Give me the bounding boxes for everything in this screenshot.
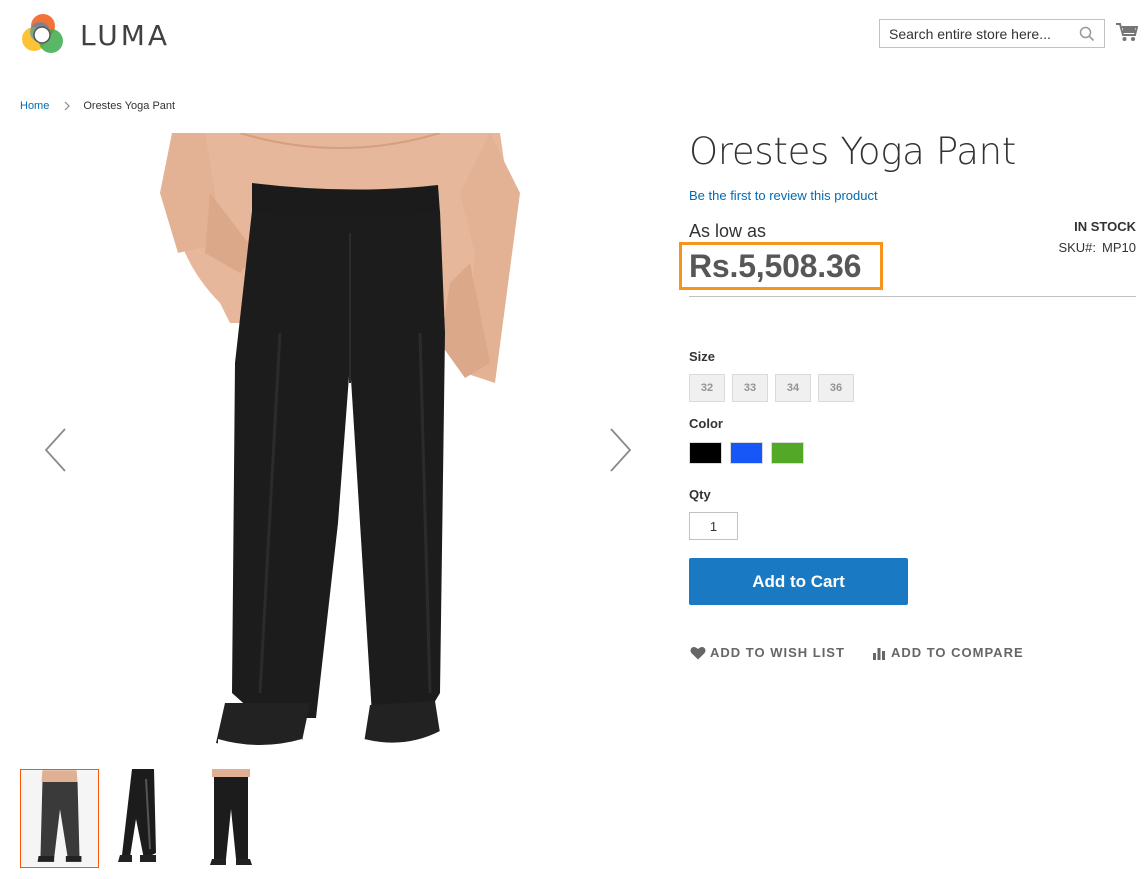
compare-chart-icon [872,647,885,660]
breadcrumb-home-link[interactable]: Home [20,100,49,112]
product-main-image [20,133,645,765]
logo-text: LUMA [80,18,171,52]
cart-icon[interactable] [1116,22,1138,42]
color-label: Color [689,416,723,431]
divider [689,296,1136,297]
qty-input[interactable] [689,512,738,540]
logo-icon [22,14,63,53]
breadcrumb: Home Orestes Yoga Pant [20,100,175,112]
size-swatch-32[interactable]: 32 [689,374,725,402]
product-price: Rs.5,508.36 [689,248,862,284]
gallery-next-arrow-icon[interactable] [607,427,633,473]
breadcrumb-current: Orestes Yoga Pant [83,100,176,112]
size-swatches: 32 33 34 36 [689,374,861,402]
search-input[interactable] [880,20,1070,47]
add-to-compare-label: ADD TO COMPARE [890,645,1024,660]
sku-value: MP10 [1102,240,1136,255]
search-box [879,19,1105,48]
gallery-thumbnail[interactable] [106,769,185,868]
product-title: Orestes Yoga Pant [689,130,1017,173]
logo[interactable]: LUMA [20,12,170,58]
gallery-thumbnail[interactable] [192,769,271,868]
chevron-right-icon [64,101,71,111]
size-swatch-36[interactable]: 36 [818,374,854,402]
thumbnail-image [21,770,98,867]
product-gallery [20,133,645,765]
gallery-prev-arrow-icon[interactable] [43,427,69,473]
color-swatches [689,442,812,464]
add-to-wishlist-label: ADD TO WISH LIST [710,645,845,660]
product-actions: ADD TO WISH LIST ADD TO COMPARE [690,645,1050,660]
add-to-compare-link[interactable]: ADD TO COMPARE [871,645,1024,660]
color-swatch-blue[interactable] [730,442,763,464]
size-swatch-34[interactable]: 34 [775,374,811,402]
add-to-wishlist-link[interactable]: ADD TO WISH LIST [690,645,845,660]
qty-label: Qty [689,487,711,502]
heart-icon [690,646,706,659]
product-sku: SKU#: MP10 [1058,240,1136,255]
review-link[interactable]: Be the first to review this product [689,188,878,203]
size-swatch-33[interactable]: 33 [732,374,768,402]
search-icon[interactable] [1079,26,1095,42]
gallery-thumbnail[interactable] [20,769,99,868]
add-to-cart-button[interactable]: Add to Cart [689,558,908,605]
thumbnail-image [192,769,271,868]
price-prefix: As low as [689,221,767,241]
size-label: Size [689,349,716,364]
thumbnail-image [106,769,185,868]
gallery-thumbnails [20,769,278,868]
color-swatch-green[interactable] [771,442,804,464]
stock-status: IN STOCK [1074,219,1136,234]
color-swatch-black[interactable] [689,442,722,464]
sku-label: SKU#: [1058,240,1097,255]
